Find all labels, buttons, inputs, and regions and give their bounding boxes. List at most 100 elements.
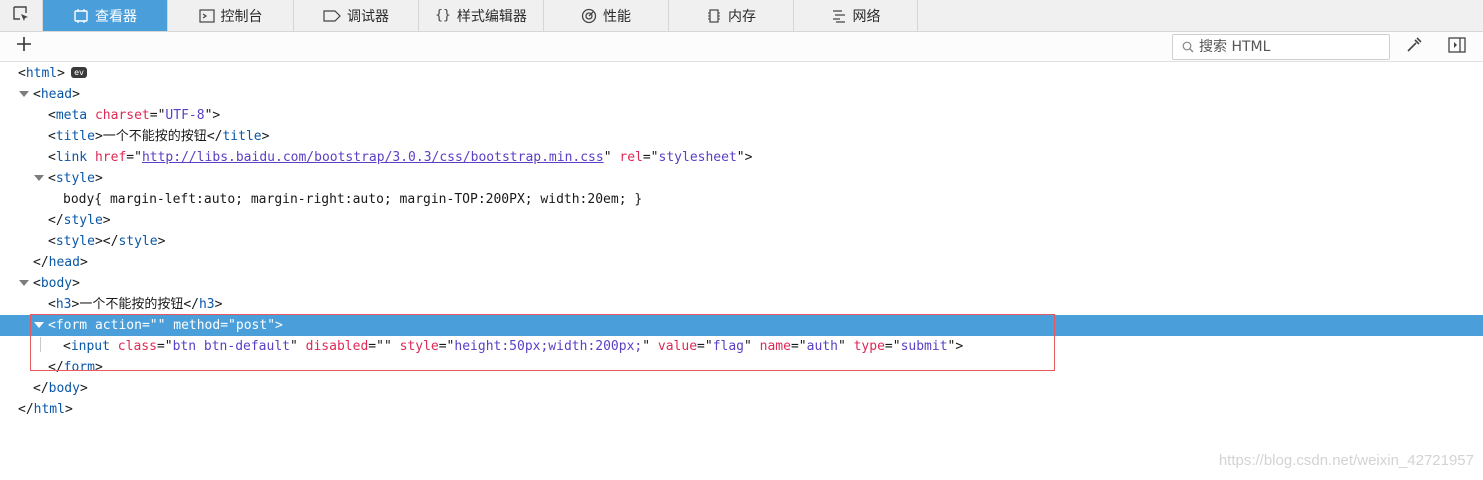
element-picker-button[interactable] xyxy=(0,0,43,31)
tree-node-meta[interactable]: <meta charset="UTF-8"> xyxy=(0,105,1483,126)
bracket: < xyxy=(48,150,56,165)
performance-icon xyxy=(581,8,597,24)
tree-node-html-close[interactable]: </html> xyxy=(0,399,1483,420)
attr-name[interactable]: type xyxy=(854,339,885,354)
attr-value[interactable]: post xyxy=(236,318,267,333)
attr-value[interactable]: UTF-8 xyxy=(165,108,204,123)
quote: " xyxy=(603,150,612,165)
attr-value[interactable]: btn btn-default xyxy=(173,339,290,354)
text-node[interactable]: 一个不能按的按钮 xyxy=(79,297,183,312)
attr-value[interactable]: flag xyxy=(713,339,744,354)
bracket: > xyxy=(261,129,270,144)
expand-twisty-icon[interactable] xyxy=(19,91,29,97)
bracket: </ xyxy=(206,129,223,144)
search-input[interactable] xyxy=(1199,37,1385,57)
inspector-icon xyxy=(73,8,89,23)
tree-node-style-close[interactable]: </style> xyxy=(0,210,1483,231)
tree-node-body-close[interactable]: </body> xyxy=(0,378,1483,399)
eyedropper-button[interactable] xyxy=(1403,36,1425,58)
equals: =" xyxy=(642,150,659,165)
bracket: < xyxy=(63,339,71,354)
bracket: "> xyxy=(204,108,221,123)
tab-memory[interactable]: 内存 xyxy=(669,0,794,31)
attr-name[interactable]: class xyxy=(118,339,157,354)
attr-value-link[interactable]: http://libs.baidu.com/bootstrap/3.0.3/cs… xyxy=(142,150,604,165)
tree-node-body[interactable]: <body> xyxy=(0,273,1483,294)
style-editor-icon: {} xyxy=(435,8,451,23)
devtools-tab-bar: 查看器 控制台 调试器 {} 样式编辑器 性能 内存 网络 xyxy=(0,0,1483,32)
memory-icon xyxy=(706,8,722,24)
attr-name[interactable]: method xyxy=(173,318,220,333)
equals: =" xyxy=(126,150,142,165)
bracket: > xyxy=(57,66,65,81)
tree-node-style[interactable]: <style> xyxy=(0,168,1483,189)
tree-node-form-selected[interactable]: <form action="" method="post"> xyxy=(0,315,1483,336)
bracket: > xyxy=(72,87,80,102)
tab-inspector[interactable]: 查看器 xyxy=(43,0,168,31)
tab-label: 查看器 xyxy=(95,8,137,25)
tree-node-html[interactable]: <html> ev xyxy=(0,63,1483,84)
tree-node-link[interactable]: <link href="http://libs.baidu.com/bootst… xyxy=(0,147,1483,168)
tab-network[interactable]: 网络 xyxy=(794,0,918,31)
tab-performance[interactable]: 性能 xyxy=(544,0,669,31)
tag-name: title xyxy=(222,129,262,144)
tree-node-h3[interactable]: <h3>一个不能按的按钮</h3> xyxy=(0,294,1483,315)
tab-debugger[interactable]: 调试器 xyxy=(294,0,419,31)
tab-console[interactable]: 控制台 xyxy=(168,0,294,31)
attr-value[interactable]: auth xyxy=(807,339,838,354)
attr-name[interactable]: name xyxy=(760,339,791,354)
tree-node-style-empty[interactable]: <style></style> xyxy=(0,231,1483,252)
equals: =" xyxy=(438,339,455,354)
quote: " xyxy=(642,339,651,354)
bracket: < xyxy=(48,129,56,144)
tree-node-head[interactable]: <head> xyxy=(0,84,1483,105)
attr-name[interactable]: rel xyxy=(619,150,642,165)
attr-name[interactable]: disabled xyxy=(306,339,369,354)
tree-node-head-close[interactable]: </head> xyxy=(0,252,1483,273)
tree-node-title[interactable]: <title>一个不能按的按钮</title> xyxy=(0,126,1483,147)
tab-label: 内存 xyxy=(728,8,756,25)
quote: " xyxy=(290,339,298,354)
tab-label: 控制台 xyxy=(220,8,263,25)
indent-guide xyxy=(40,337,41,352)
bracket: </ xyxy=(48,213,64,228)
equals: =" xyxy=(156,339,173,354)
tree-node-style-text[interactable]: body{ margin-left:auto; margin-right:aut… xyxy=(0,189,1483,210)
expand-twisty-icon[interactable] xyxy=(19,280,29,286)
tag-name: form xyxy=(63,360,95,375)
bracket: </ xyxy=(48,360,64,375)
attr-name[interactable]: action xyxy=(95,318,142,333)
expand-twisty-icon[interactable] xyxy=(34,175,44,181)
attr-name[interactable]: style xyxy=(400,339,439,354)
equals: =" xyxy=(141,318,158,333)
tag-name: body xyxy=(48,381,80,396)
equals: =" xyxy=(697,339,713,354)
debugger-icon xyxy=(323,9,341,22)
attr-name[interactable]: charset xyxy=(95,108,150,123)
tab-label: 网络 xyxy=(852,8,881,25)
tree-node-form-close[interactable]: </form> xyxy=(0,357,1483,378)
expand-twisty-icon[interactable] xyxy=(34,322,44,328)
tab-style-editor[interactable]: {} 样式编辑器 xyxy=(419,0,544,31)
event-badge[interactable]: ev xyxy=(70,67,87,78)
text-node[interactable]: body{ margin-left:auto; margin-right:aut… xyxy=(63,189,642,210)
equals: =" xyxy=(149,108,166,123)
attr-value[interactable]: submit xyxy=(901,339,948,354)
tag-name: style xyxy=(118,234,158,249)
toggle-sidebar-button[interactable] xyxy=(1446,36,1468,58)
attr-value[interactable]: height:50px;width:200px; xyxy=(454,339,642,354)
attr-name[interactable]: href xyxy=(95,150,126,165)
tree-node-input[interactable]: <input class="btn btn-default" disabled=… xyxy=(0,336,1483,357)
bracket: > xyxy=(79,381,88,396)
tag-name: style xyxy=(63,213,103,228)
watermark-text: https://blog.csdn.net/weixin_42721957 xyxy=(1218,452,1474,469)
tag-name: h3 xyxy=(198,297,215,312)
bracket: </ xyxy=(183,297,199,312)
attr-value[interactable]: stylesheet xyxy=(659,150,737,165)
text-node[interactable]: 一个不能按的按钮 xyxy=(103,129,207,144)
search-box xyxy=(1172,34,1390,60)
attr-name[interactable]: value xyxy=(658,339,697,354)
bracket: < xyxy=(48,234,56,249)
tag-name: html xyxy=(25,66,58,81)
add-node-button[interactable] xyxy=(14,36,34,56)
